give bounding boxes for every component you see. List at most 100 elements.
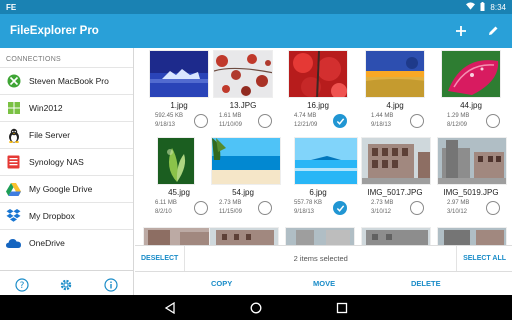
file-size: 6.11 MB (155, 200, 177, 206)
connection-dropbox[interactable]: My Dropbox (0, 202, 133, 229)
file-tile[interactable]: 6.jpg 557.78 KB 9/18/13 (280, 135, 358, 225)
file-thumbnail (157, 137, 195, 185)
file-date: 9/18/13 (294, 209, 315, 215)
sidebar-footer: ? (0, 270, 133, 298)
edit-pencil-icon[interactable] (484, 22, 502, 40)
nas-icon (6, 155, 21, 170)
linux-tux-icon (6, 128, 21, 143)
file-tile[interactable]: 54.jpg 2.73 MB 11/15/09 (205, 135, 281, 225)
help-icon[interactable]: ? (14, 277, 30, 293)
status-time: 8:34 (490, 2, 506, 12)
file-name: 6.jpg (309, 188, 327, 197)
file-size: 4.74 MB (294, 113, 317, 119)
add-icon[interactable] (452, 22, 470, 40)
recents-icon[interactable] (335, 301, 349, 315)
windows-icon (6, 101, 21, 116)
connection-win2012[interactable]: Win2012 (0, 94, 133, 121)
home-icon[interactable] (249, 301, 263, 315)
connection-onedrive[interactable]: OneDrive (0, 229, 133, 256)
file-name: 44.jpg (460, 101, 482, 110)
connection-google-drive[interactable]: My Google Drive (0, 175, 133, 202)
file-thumbnail (149, 50, 209, 98)
connection-label: My Google Drive (29, 184, 93, 194)
svg-text:?: ? (20, 281, 25, 291)
selection-bar: DESELECT 2 items selected SELECT ALL (135, 245, 512, 271)
file-thumbnail (209, 227, 279, 245)
file-select-checkbox[interactable] (486, 114, 500, 128)
file-thumbnail (437, 227, 507, 245)
app-title: FileExplorer Pro (10, 25, 99, 37)
file-date: 3/10/12 (447, 209, 468, 215)
file-tile[interactable]: 1.jpg 592.45 KB 9/18/13 (141, 48, 215, 138)
file-tile-partial[interactable] (283, 225, 357, 245)
connection-label: My Dropbox (29, 211, 75, 221)
file-grid: 1.jpg 592.45 KB 9/18/13 13.JPG 1.61 MB 11/… (135, 48, 512, 245)
select-all-button[interactable]: SELECT ALL (456, 246, 512, 271)
file-select-checkbox[interactable] (486, 201, 500, 215)
connection-label: Steven MacBook Pro (29, 76, 109, 86)
file-select-checkbox-checked[interactable] (333, 114, 347, 128)
file-select-checkbox[interactable] (258, 114, 272, 128)
file-select-checkbox[interactable] (410, 114, 424, 128)
connection-file-server[interactable]: File Server (0, 121, 133, 148)
file-thumbnail (294, 137, 358, 185)
file-tile-partial[interactable] (359, 225, 433, 245)
file-tile[interactable]: 45.jpg 6.11 MB 8/2/10 (141, 135, 215, 225)
dropbox-icon (6, 209, 21, 224)
file-date: 8/2/10 (155, 209, 172, 215)
connection-label: OneDrive (29, 238, 65, 248)
file-thumbnail (211, 137, 281, 185)
file-tile[interactable]: 4.jpg 1.44 MB 9/18/13 (357, 48, 431, 138)
app-bar: FileExplorer Pro (0, 14, 512, 48)
copy-button[interactable]: COPY (211, 279, 232, 288)
file-tile[interactable]: 44.jpg 1.29 MB 8/12/09 (433, 48, 507, 138)
connection-synology-nas[interactable]: Synology NAS (0, 148, 133, 175)
connections-header: CONNECTIONS (6, 56, 62, 63)
file-name: 16.jpg (307, 101, 329, 110)
file-thumbnail (437, 137, 507, 185)
file-tile[interactable]: IMG_5017.JPG 2.73 MB 3/10/12 (357, 135, 431, 225)
action-bar: COPY MOVE DELETE (135, 271, 512, 295)
file-size: 1.44 MB (371, 113, 394, 119)
file-thumbnail (365, 50, 425, 98)
selection-count: 2 items selected (293, 254, 348, 263)
back-icon[interactable] (163, 301, 177, 315)
system-nav-bar (0, 295, 512, 320)
move-button[interactable]: MOVE (313, 279, 335, 288)
file-size: 1.29 MB (447, 113, 470, 119)
file-date: 11/15/09 (219, 209, 242, 215)
file-select-checkbox[interactable] (410, 201, 424, 215)
status-bar: FE 8:34 (0, 0, 512, 14)
file-tile[interactable]: 13.JPG 1.61 MB 11/10/09 (205, 48, 279, 138)
file-select-checkbox[interactable] (258, 201, 272, 215)
file-thumbnail (361, 137, 431, 185)
file-tile-partial[interactable] (207, 225, 281, 245)
file-thumbnail (143, 227, 213, 245)
file-size: 2.97 MB (447, 200, 470, 206)
file-thumbnail (285, 227, 355, 245)
file-tile-partial[interactable] (141, 225, 215, 245)
wifi-icon (466, 2, 476, 12)
file-thumbnail (288, 50, 348, 98)
delete-button[interactable]: DELETE (411, 279, 441, 288)
onedrive-icon (6, 236, 21, 251)
xbox-icon (6, 74, 21, 89)
deselect-button[interactable]: DESELECT (135, 246, 186, 271)
connection-steven-macbook-pro[interactable]: Steven MacBook Pro (0, 67, 133, 94)
file-size: 557.78 KB (294, 200, 323, 206)
file-thumbnail (441, 50, 501, 98)
file-date: 12/21/09 (294, 122, 318, 128)
file-tile[interactable]: IMG_5019.JPG 2.97 MB 3/10/12 (433, 135, 507, 225)
file-thumbnail (213, 50, 273, 98)
status-carrier: FE (6, 2, 17, 12)
file-date: 9/18/13 (371, 122, 392, 128)
file-name: 13.JPG (229, 101, 257, 110)
info-icon[interactable] (103, 277, 119, 293)
file-thumbnail (361, 227, 431, 245)
connection-label: Synology NAS (29, 157, 84, 167)
file-select-checkbox-checked[interactable] (333, 201, 347, 215)
file-tile-partial[interactable] (435, 225, 509, 245)
file-tile[interactable]: 16.jpg 4.74 MB 12/21/09 (280, 48, 354, 138)
file-date: 8/12/09 (447, 122, 468, 128)
settings-gear-icon[interactable] (58, 277, 74, 293)
